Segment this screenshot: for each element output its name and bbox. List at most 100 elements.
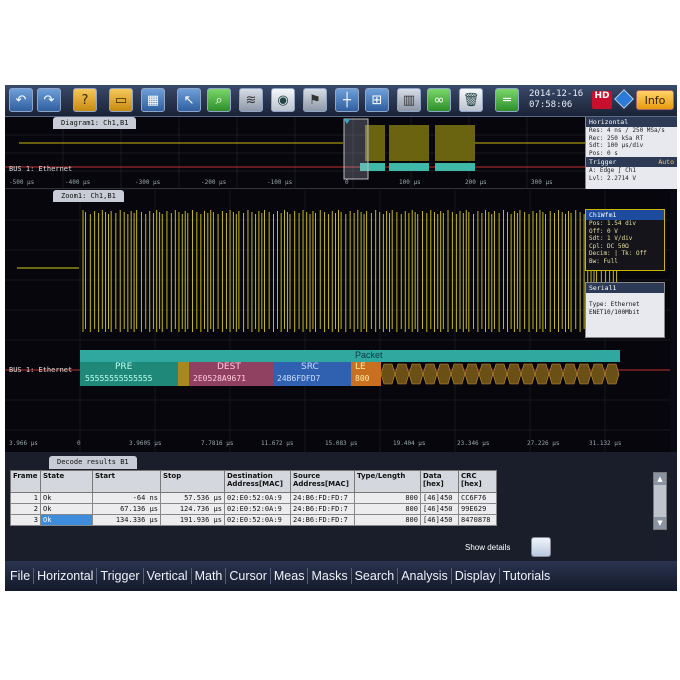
zoom-axis-label: 11.672 µs xyxy=(261,440,294,447)
overview-bus-label: BUS 1: Ethernet xyxy=(9,165,73,173)
table-scrollbar[interactable]: ▲ ▼ xyxy=(653,472,667,530)
cell: [46]450 xyxy=(420,514,459,526)
table-row-selected[interactable]: 3 Ok 134.336 µs 191.936 µs 02:E0:52:0A:9… xyxy=(10,514,497,526)
field-name-dest: DEST xyxy=(217,362,241,372)
cell: 99E629 xyxy=(458,503,497,515)
rs-logo-icon xyxy=(614,89,634,109)
cell: 24:B6:FD:FD:7 xyxy=(290,514,355,526)
scroll-up-icon[interactable]: ▲ xyxy=(654,473,666,485)
menu-meas[interactable]: Meas xyxy=(271,568,309,584)
histogram-icon[interactable]: ▥ xyxy=(397,88,421,112)
datetime: 2014-12-16 07:58:06 xyxy=(529,89,583,111)
col-header[interactable]: Stop xyxy=(160,470,225,493)
layout-icon[interactable]: ▦ xyxy=(141,88,165,112)
zoom-axis-label: 19.404 µs xyxy=(393,440,426,447)
help-icon[interactable]: ? xyxy=(73,88,97,112)
trigger-title: Trigger xyxy=(589,158,617,166)
trigger-line: A: Edge ∫ Ch1 xyxy=(589,167,636,174)
cell: [46]450 xyxy=(420,503,459,515)
decode-table: Frame State Start Stop Destination Addre… xyxy=(10,470,497,526)
zoom-diagram[interactable]: Zoom1: Ch1,B1 BUS 1: Ethernet Packet PRE… xyxy=(5,190,670,452)
serial-info[interactable]: Serial1 Type: Ethernet ENET10/100Mbit xyxy=(585,282,665,338)
zoom-axis-label: 3.966 µs xyxy=(9,440,38,447)
serial-line: ENET10/100Mbit xyxy=(589,308,640,316)
menu-display[interactable]: Display xyxy=(452,568,500,584)
channel-info[interactable]: Ch1Wfm1 Pos: 1.54 div Off: 0 V Sdt: 1 V/… xyxy=(585,209,665,271)
table-row[interactable]: 1 Ok -64 ns 57.536 µs 02:E0:52:0A:9 24:B… xyxy=(10,492,497,504)
col-header[interactable]: Data [hex] xyxy=(420,470,459,493)
flag-icon[interactable]: ⚑ xyxy=(303,88,327,112)
zoom-bus-label: BUS 1: Ethernet xyxy=(9,366,73,374)
trigger-mode: Auto xyxy=(658,158,674,166)
col-header[interactable]: State xyxy=(40,470,93,493)
menu-vertical[interactable]: Vertical xyxy=(144,568,192,584)
scroll-track[interactable] xyxy=(654,485,666,517)
cell: 800 xyxy=(354,492,421,504)
cell: 3 xyxy=(10,514,41,526)
col-header[interactable]: Frame xyxy=(10,470,41,493)
cell: 02:E0:52:0A:9 xyxy=(224,492,291,504)
menu-trigger[interactable]: Trigger xyxy=(97,568,144,584)
scroll-down-icon[interactable]: ▼ xyxy=(654,517,666,529)
col-header[interactable]: Destination Address[MAC] xyxy=(224,470,291,493)
zoom-icon[interactable]: ⌕ xyxy=(207,88,231,112)
menu-cursor[interactable]: Cursor xyxy=(226,568,271,584)
menu-masks[interactable]: Masks xyxy=(308,568,352,584)
field-value-le: 800 xyxy=(355,374,370,383)
autoset-icon[interactable]: ═ xyxy=(495,88,519,112)
cell: 2 xyxy=(10,503,41,515)
field-value-pre: 55555555555555 xyxy=(85,374,153,383)
menu-math[interactable]: Math xyxy=(192,568,227,584)
horizontal-trigger-info[interactable]: Horizontal Res: 4 ns / 250 MSa/s Rec: 25… xyxy=(585,117,677,189)
cell: 02:E0:52:0A:9 xyxy=(224,503,291,515)
overview-axis-label: 200 µs xyxy=(465,179,487,186)
delete-icon[interactable]: 🗑 xyxy=(459,88,483,112)
zoom-axis-label: 23.346 µs xyxy=(457,440,490,447)
decode-tab[interactable]: Decode results B1 xyxy=(49,456,137,469)
cell: 24:B6:FD:FD:7 xyxy=(290,492,355,504)
undo-icon[interactable]: ↶ xyxy=(9,88,33,112)
col-header[interactable]: Type/Length xyxy=(354,470,421,493)
pointer-icon[interactable]: ↖ xyxy=(177,88,201,112)
menu-search[interactable]: Search xyxy=(352,568,399,584)
overview-tab[interactable]: Diagram1: Ch1,B1 xyxy=(53,117,137,129)
show-details-button[interactable] xyxy=(531,537,551,557)
data-byte-cell xyxy=(422,363,438,385)
menu-analysis[interactable]: Analysis xyxy=(398,568,452,584)
cell: 02:E0:52:0A:9 xyxy=(224,514,291,526)
record-icon[interactable]: ◉ xyxy=(271,88,295,112)
cell: -64 ns xyxy=(92,492,161,504)
fft-icon[interactable]: ≋ xyxy=(239,88,263,112)
cell: Ok xyxy=(40,492,93,504)
zoom-axis-label: 3.9605 µs xyxy=(129,440,162,447)
overview-axis-label: 100 µs xyxy=(399,179,421,186)
open-folder-icon[interactable]: ▭ xyxy=(109,88,133,112)
measure-icon[interactable]: ⊞ xyxy=(365,88,389,112)
cell: 57.536 µs xyxy=(160,492,225,504)
channel-line: Cpl: DC 50Ω xyxy=(589,242,629,250)
overview-diagram[interactable]: Diagram1: Ch1,B1 BUS 1: Ethernet -500 µs… xyxy=(5,117,585,189)
col-header[interactable]: Source Address[MAC] xyxy=(290,470,355,493)
channel-line: Off: 0 V xyxy=(589,227,618,235)
menu-horizontal[interactable]: Horizontal xyxy=(34,568,98,584)
field-name-src: SRC xyxy=(301,362,319,372)
menu-file[interactable]: File xyxy=(7,568,35,584)
data-byte-cell xyxy=(478,363,494,385)
field-value-dest: 2E0528A9671 xyxy=(193,374,246,383)
zoom-waveform xyxy=(5,190,670,452)
cursor-icon[interactable]: ┼ xyxy=(335,88,359,112)
serial-line: Type: Ethernet xyxy=(589,301,640,308)
data-byte-cell xyxy=(590,363,606,385)
channel-line: Decim: | Tk: Off xyxy=(589,250,647,257)
overview-axis-label: -400 µs xyxy=(65,179,91,186)
redo-icon[interactable]: ↷ xyxy=(37,88,61,112)
info-button[interactable]: Info xyxy=(636,90,674,110)
cell: 124.736 µs xyxy=(160,503,225,515)
col-header[interactable]: CRC [hex] xyxy=(458,470,497,493)
col-header[interactable]: Start xyxy=(92,470,161,493)
table-row[interactable]: 2 Ok 67.136 µs 124.736 µs 02:E0:52:0A:9 … xyxy=(10,503,497,515)
zoom-tab[interactable]: Zoom1: Ch1,B1 xyxy=(53,190,124,202)
protocol-icon[interactable]: ∞ xyxy=(427,88,451,112)
zoom-axis-label: 7.7816 µs xyxy=(201,440,234,447)
menu-tutorials[interactable]: Tutorials xyxy=(500,568,553,584)
